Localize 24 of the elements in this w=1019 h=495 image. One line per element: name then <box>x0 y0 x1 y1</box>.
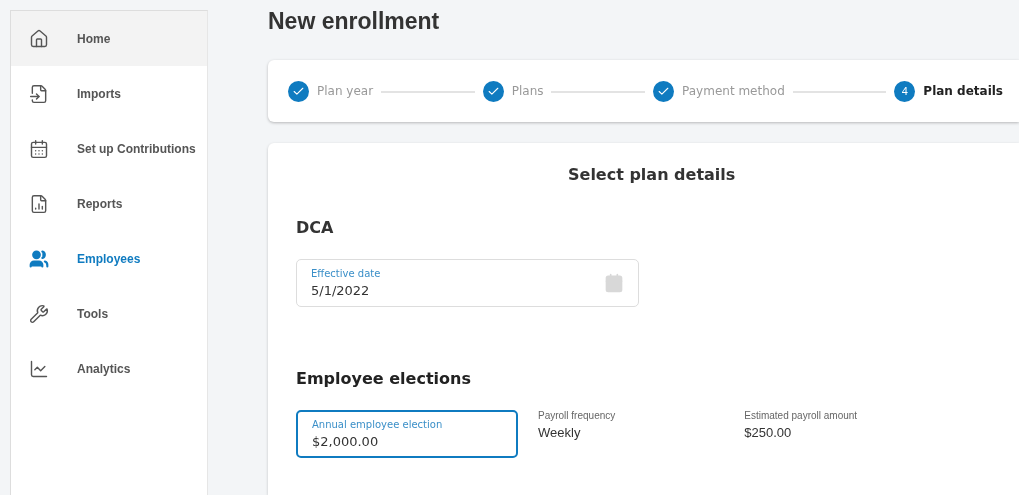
page-title: New enrollment <box>268 8 440 36</box>
plan-title: DCA <box>296 218 334 237</box>
step-label: Plan year <box>317 84 374 98</box>
step-label: Plan details <box>923 84 1003 98</box>
date-field[interactable]: Effective date 5/1/2022 <box>296 259 639 307</box>
wrench-icon <box>29 303 49 324</box>
file-import-icon <box>29 83 49 104</box>
step-number: 4 <box>894 80 916 102</box>
step-label: Payment method <box>682 84 785 98</box>
info-label: Payroll frequency <box>538 410 616 421</box>
step-label: Plans <box>511 84 544 98</box>
users-icon <box>29 248 49 269</box>
section-title: Employee elections <box>296 369 471 388</box>
report-file-icon <box>29 193 49 214</box>
card-title: Select plan details <box>568 165 736 184</box>
sidebar-item[interactable]: Home <box>11 11 207 66</box>
calendar-icon[interactable] <box>604 273 624 293</box>
election-field[interactable]: Annual employee election $2,000.00 <box>296 410 518 458</box>
info-label: Estimated payroll amount <box>744 410 858 421</box>
info-value: Weekly <box>538 425 581 440</box>
calendar-icon <box>29 138 49 159</box>
info-value: $250.00 <box>744 425 792 440</box>
line-chart-icon <box>29 358 49 379</box>
house-icon <box>29 28 49 49</box>
